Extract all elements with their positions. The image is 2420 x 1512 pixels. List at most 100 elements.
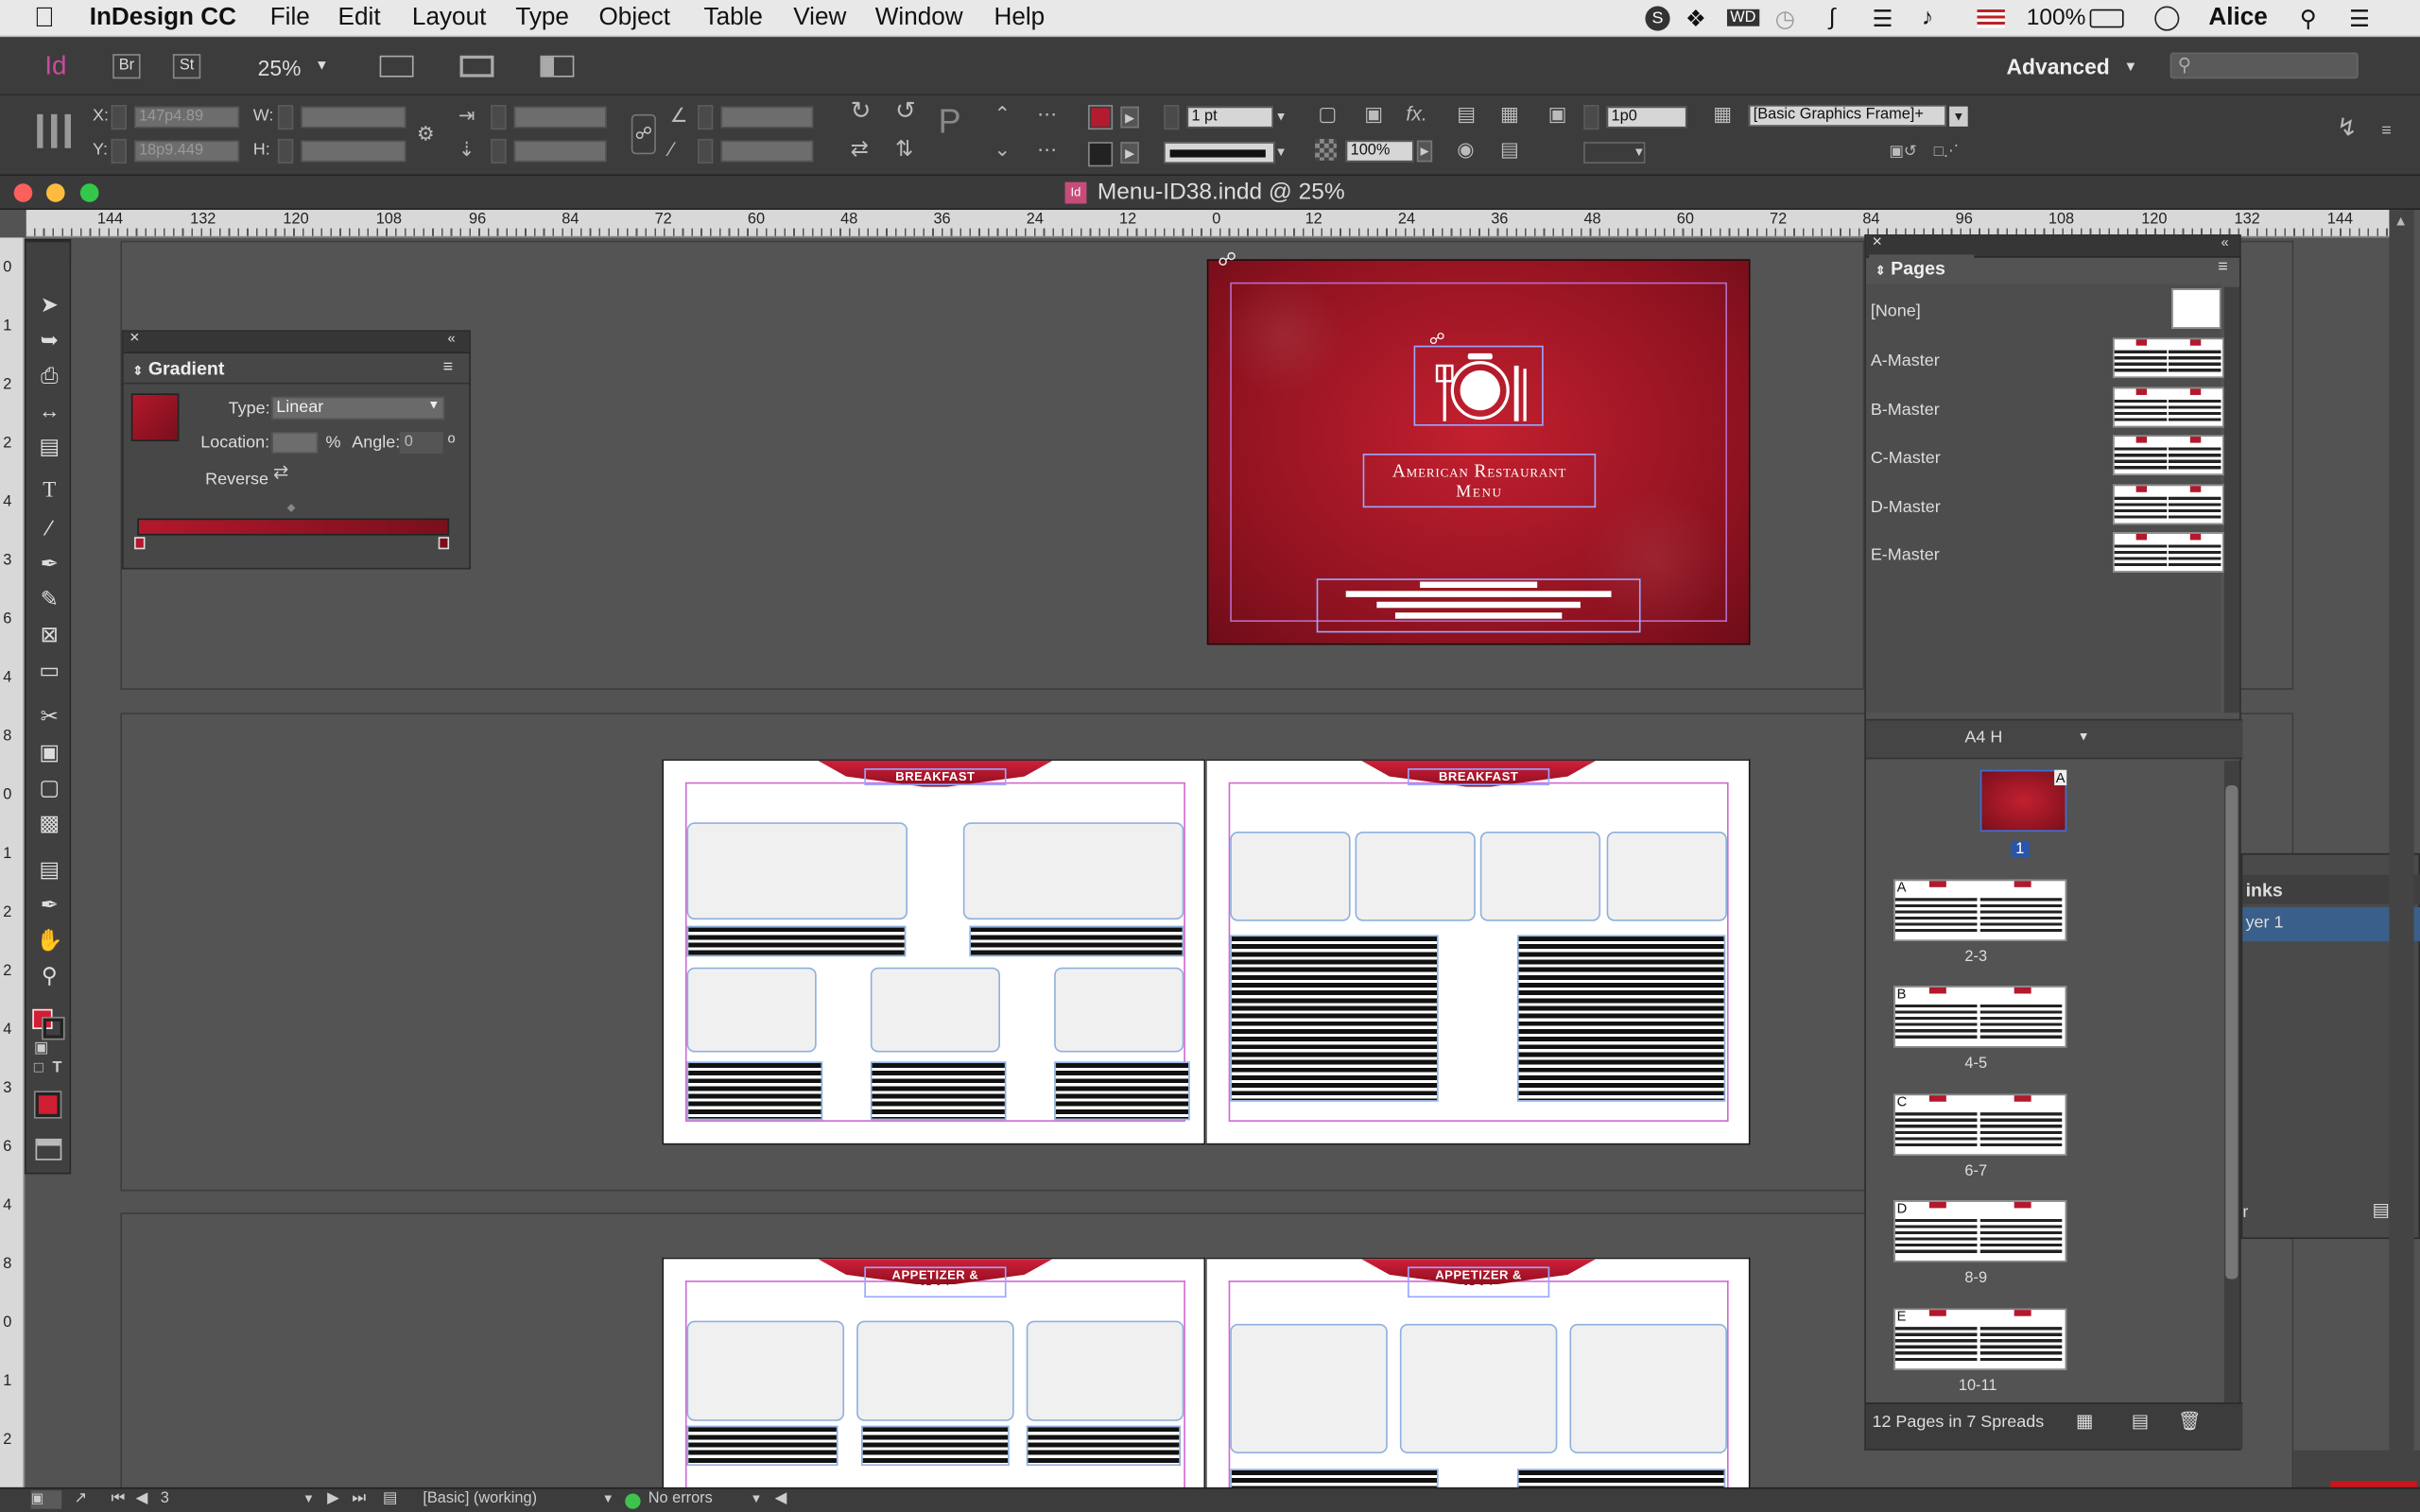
scale-y-field[interactable] bbox=[513, 140, 607, 163]
zoom-chevron-icon[interactable]: ▼ bbox=[315, 57, 329, 72]
status-circle-icon[interactable] bbox=[2154, 6, 2180, 31]
page-2[interactable]: BREAKFAST bbox=[662, 759, 1206, 1145]
pages-scrollbar[interactable] bbox=[2223, 760, 2240, 1403]
h-spinner[interactable] bbox=[277, 138, 294, 164]
preflight-status[interactable]: No errors bbox=[648, 1490, 713, 1507]
pencil-tool-icon[interactable]: ✎ bbox=[32, 583, 66, 614]
y-field[interactable]: 18p9.449 bbox=[134, 140, 240, 163]
drop-shadow-icon[interactable]: ▢ bbox=[1318, 103, 1337, 125]
page-5[interactable]: APPETIZER & STARTER bbox=[1205, 1257, 1751, 1497]
first-page-icon[interactable]: ⏮ bbox=[112, 1490, 126, 1507]
spread-10-11-thumbnail[interactable] bbox=[1893, 1308, 2067, 1370]
workspace-switcher[interactable]: Advanced bbox=[2007, 54, 2110, 78]
offset-spinner[interactable] bbox=[1583, 105, 1599, 130]
pages-panel-tab[interactable]: ⇕ Pages bbox=[1869, 254, 1975, 283]
wd-icon[interactable]: WD bbox=[1726, 9, 1759, 26]
stroke-menu-arrow-icon[interactable]: ▶ bbox=[1120, 142, 1139, 164]
cover-title-frame[interactable]: American Restaurant Menu bbox=[1362, 454, 1597, 508]
master-b[interactable]: B-Master bbox=[1871, 402, 1940, 421]
skype-icon[interactable]: S bbox=[1645, 6, 1670, 31]
image-placeholder[interactable] bbox=[962, 822, 1184, 920]
constrain-proportions-icon[interactable]: ⚙ bbox=[417, 123, 435, 146]
spread-8-9-thumbnail[interactable] bbox=[1893, 1200, 2067, 1263]
close-panel-icon[interactable]: × bbox=[1872, 233, 1882, 252]
gradient-stop-start[interactable] bbox=[134, 537, 146, 550]
scroll-left-icon[interactable]: ◀ bbox=[775, 1490, 787, 1507]
page-dropdown-icon[interactable]: ▼ bbox=[302, 1492, 315, 1506]
view-options-icon[interactable] bbox=[379, 55, 414, 77]
masters-scrollbar[interactable] bbox=[2223, 286, 2240, 713]
master-c[interactable]: C-Master bbox=[1871, 449, 1941, 468]
notification-center-icon[interactable]: ☰ bbox=[2349, 5, 2370, 33]
menu-text-frame[interactable] bbox=[861, 1425, 1010, 1467]
scale-x-field[interactable] bbox=[513, 106, 607, 129]
collapse-panel-icon[interactable]: « bbox=[2221, 234, 2228, 249]
menu-text-frame[interactable] bbox=[1026, 1425, 1182, 1467]
page-size-select[interactable]: A4 H bbox=[1964, 729, 2002, 747]
hand-tool-icon[interactable]: ✋ bbox=[32, 924, 66, 955]
master-e[interactable]: E-Master bbox=[1871, 546, 1940, 565]
reverse-gradient-icon[interactable]: ⇄ bbox=[273, 461, 288, 483]
image-placeholder[interactable] bbox=[1026, 1320, 1184, 1421]
select-content-icon[interactable]: ⌄ bbox=[994, 138, 1011, 161]
rotate-spinner[interactable] bbox=[697, 105, 714, 130]
section-banner-title[interactable]: APPETIZER & STARTER bbox=[1408, 1266, 1550, 1298]
open-page-icon[interactable]: ▤ bbox=[383, 1490, 397, 1507]
close-panel-icon[interactable]: × bbox=[130, 329, 140, 348]
link-chain-icon[interactable]: ☍ bbox=[631, 113, 656, 155]
type-tool-icon[interactable]: T bbox=[32, 477, 66, 508]
h-field[interactable] bbox=[301, 140, 406, 163]
stroke-weight-field[interactable]: 1 pt bbox=[1186, 106, 1273, 129]
volume-icon[interactable]: ♪ bbox=[1922, 5, 1933, 31]
master-c-thumbnail[interactable] bbox=[2113, 435, 2224, 475]
apply-color-icon[interactable] bbox=[33, 1091, 62, 1119]
shear-spinner[interactable] bbox=[697, 138, 714, 164]
stroke-weight-spinner[interactable] bbox=[1164, 105, 1180, 130]
gradient-ramp[interactable] bbox=[137, 518, 450, 536]
section-banner-title[interactable]: BREAKFAST bbox=[1408, 768, 1550, 786]
gradient-stop-end[interactable] bbox=[438, 537, 450, 550]
stroke-color-tool[interactable] bbox=[42, 1016, 65, 1040]
section-banner-title[interactable]: BREAKFAST bbox=[864, 768, 1007, 786]
menu-table[interactable]: Table bbox=[704, 5, 763, 32]
master-a-thumbnail[interactable] bbox=[2113, 337, 2224, 379]
menu-window[interactable]: Window bbox=[875, 5, 963, 32]
pages-scroll-thumb[interactable] bbox=[2225, 785, 2238, 1280]
text-wrap-shape-icon[interactable]: ◉ bbox=[1457, 138, 1475, 161]
rotate-cw-icon[interactable]: ↻ bbox=[851, 99, 872, 124]
cover-page[interactable]: ☍ American Restaurant Menu bbox=[1206, 259, 1751, 645]
panel-menu-icon[interactable]: ≡ bbox=[443, 358, 453, 377]
scroll-up-icon[interactable]: ▲ bbox=[2394, 213, 2408, 228]
select-container-icon[interactable]: ⌃ bbox=[994, 103, 1011, 125]
close-window-button[interactable] bbox=[13, 183, 33, 202]
spotlight-icon[interactable]: ⚲ bbox=[2300, 5, 2317, 33]
previous-page-icon[interactable]: ◀ bbox=[136, 1490, 148, 1507]
panel-menu-icon[interactable]: ≡ bbox=[2218, 258, 2227, 277]
image-placeholder[interactable] bbox=[1569, 1323, 1727, 1454]
free-transform-tool-icon[interactable]: ▣ bbox=[32, 736, 66, 767]
gradient-panel-header[interactable]: × « bbox=[123, 329, 470, 353]
spread-4-5-thumbnail[interactable] bbox=[1893, 986, 2067, 1048]
battery-icon[interactable] bbox=[2089, 9, 2124, 28]
section-banner-title[interactable]: APPETIZER & STARTER bbox=[864, 1266, 1007, 1298]
master-b-thumbnail[interactable] bbox=[2113, 387, 2224, 428]
gradient-panel-tab[interactable]: ⇕ Gradient bbox=[126, 354, 251, 383]
image-placeholder[interactable] bbox=[1230, 832, 1351, 921]
time-machine-icon[interactable]: ◷ bbox=[1775, 5, 1795, 33]
arrange-documents-icon[interactable] bbox=[540, 55, 575, 77]
selection-tool-icon[interactable]: ➤ bbox=[32, 288, 66, 319]
stroke-weight-dropdown-icon[interactable]: ▼ bbox=[1275, 110, 1288, 124]
rotate-field[interactable] bbox=[720, 106, 814, 129]
opacity-field[interactable]: 100% bbox=[1345, 140, 1414, 163]
x-field[interactable]: 147p4.89 bbox=[134, 106, 240, 129]
image-placeholder[interactable] bbox=[1606, 832, 1727, 921]
rectangle-frame-tool-icon[interactable]: ⊠ bbox=[32, 619, 66, 650]
shadow-toggle-icon[interactable]: ▣ bbox=[1364, 103, 1383, 125]
profile-dropdown-icon[interactable]: ▼ bbox=[602, 1492, 614, 1506]
bluetooth-icon[interactable]: ∫ bbox=[1829, 5, 1836, 31]
flag-icon[interactable] bbox=[1977, 9, 2005, 28]
menu-text-frame[interactable] bbox=[686, 925, 907, 957]
fit-frame-icon[interactable]: ▣ bbox=[1548, 103, 1567, 125]
flip-vertical-icon[interactable]: ⇅ bbox=[895, 137, 913, 159]
midpoint-diamond-icon[interactable]: ◆ bbox=[287, 502, 296, 513]
